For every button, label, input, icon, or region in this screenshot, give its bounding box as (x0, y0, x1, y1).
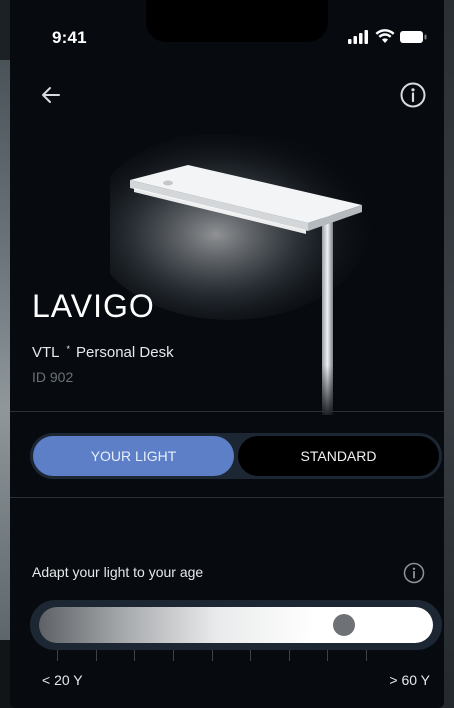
slider-tick (211, 650, 213, 661)
lamp-image (110, 135, 370, 415)
product-name: LAVIGO (32, 288, 155, 324)
light-mode-toggle[interactable]: YOUR LIGHT STANDARD (30, 433, 442, 479)
phone-screen: 9:41 LAVIGO VTL * Personal Desk ID 902 Y… (10, 0, 444, 708)
info-button[interactable] (398, 80, 428, 110)
tab-your-light[interactable]: YOUR LIGHT (33, 436, 234, 476)
notch (146, 0, 328, 42)
age-adapt-label: Adapt your light to your age (32, 564, 204, 580)
age-info-button[interactable] (402, 561, 426, 585)
age-slider-ticks (10, 650, 444, 664)
info-icon (403, 562, 425, 584)
arrow-left-icon (42, 87, 60, 103)
slider-tick (57, 650, 58, 661)
product-id: ID 902 (32, 369, 74, 385)
slider-tick (288, 650, 290, 661)
age-slider[interactable] (30, 600, 442, 650)
age-slider-bar[interactable] (39, 607, 433, 643)
info-icon (400, 82, 426, 108)
age-max-label: > 60 Y (389, 672, 430, 688)
slider-tick (134, 650, 136, 661)
divider-bottom (10, 497, 444, 498)
battery-icon (400, 31, 427, 43)
product-category: Personal Desk (76, 344, 174, 361)
age-min-label: < 20 Y (42, 672, 83, 688)
slider-tick (366, 650, 367, 661)
status-icons (334, 28, 427, 46)
slider-tick (95, 650, 97, 661)
product-subtitle: VTL * Personal Desk (32, 344, 174, 361)
slider-tick (250, 650, 252, 661)
age-slider-thumb[interactable] (332, 614, 355, 636)
tab-standard[interactable]: STANDARD (238, 436, 439, 476)
slider-tick (327, 650, 329, 661)
back-button[interactable] (36, 80, 66, 110)
slider-tick (172, 650, 174, 661)
wifi-icon (375, 29, 395, 43)
status-time: 9:41 (52, 28, 87, 47)
signal-icon (348, 30, 368, 44)
divider-top (10, 411, 444, 412)
product-brand: VTL (32, 344, 60, 361)
product-separator: * (66, 344, 71, 354)
